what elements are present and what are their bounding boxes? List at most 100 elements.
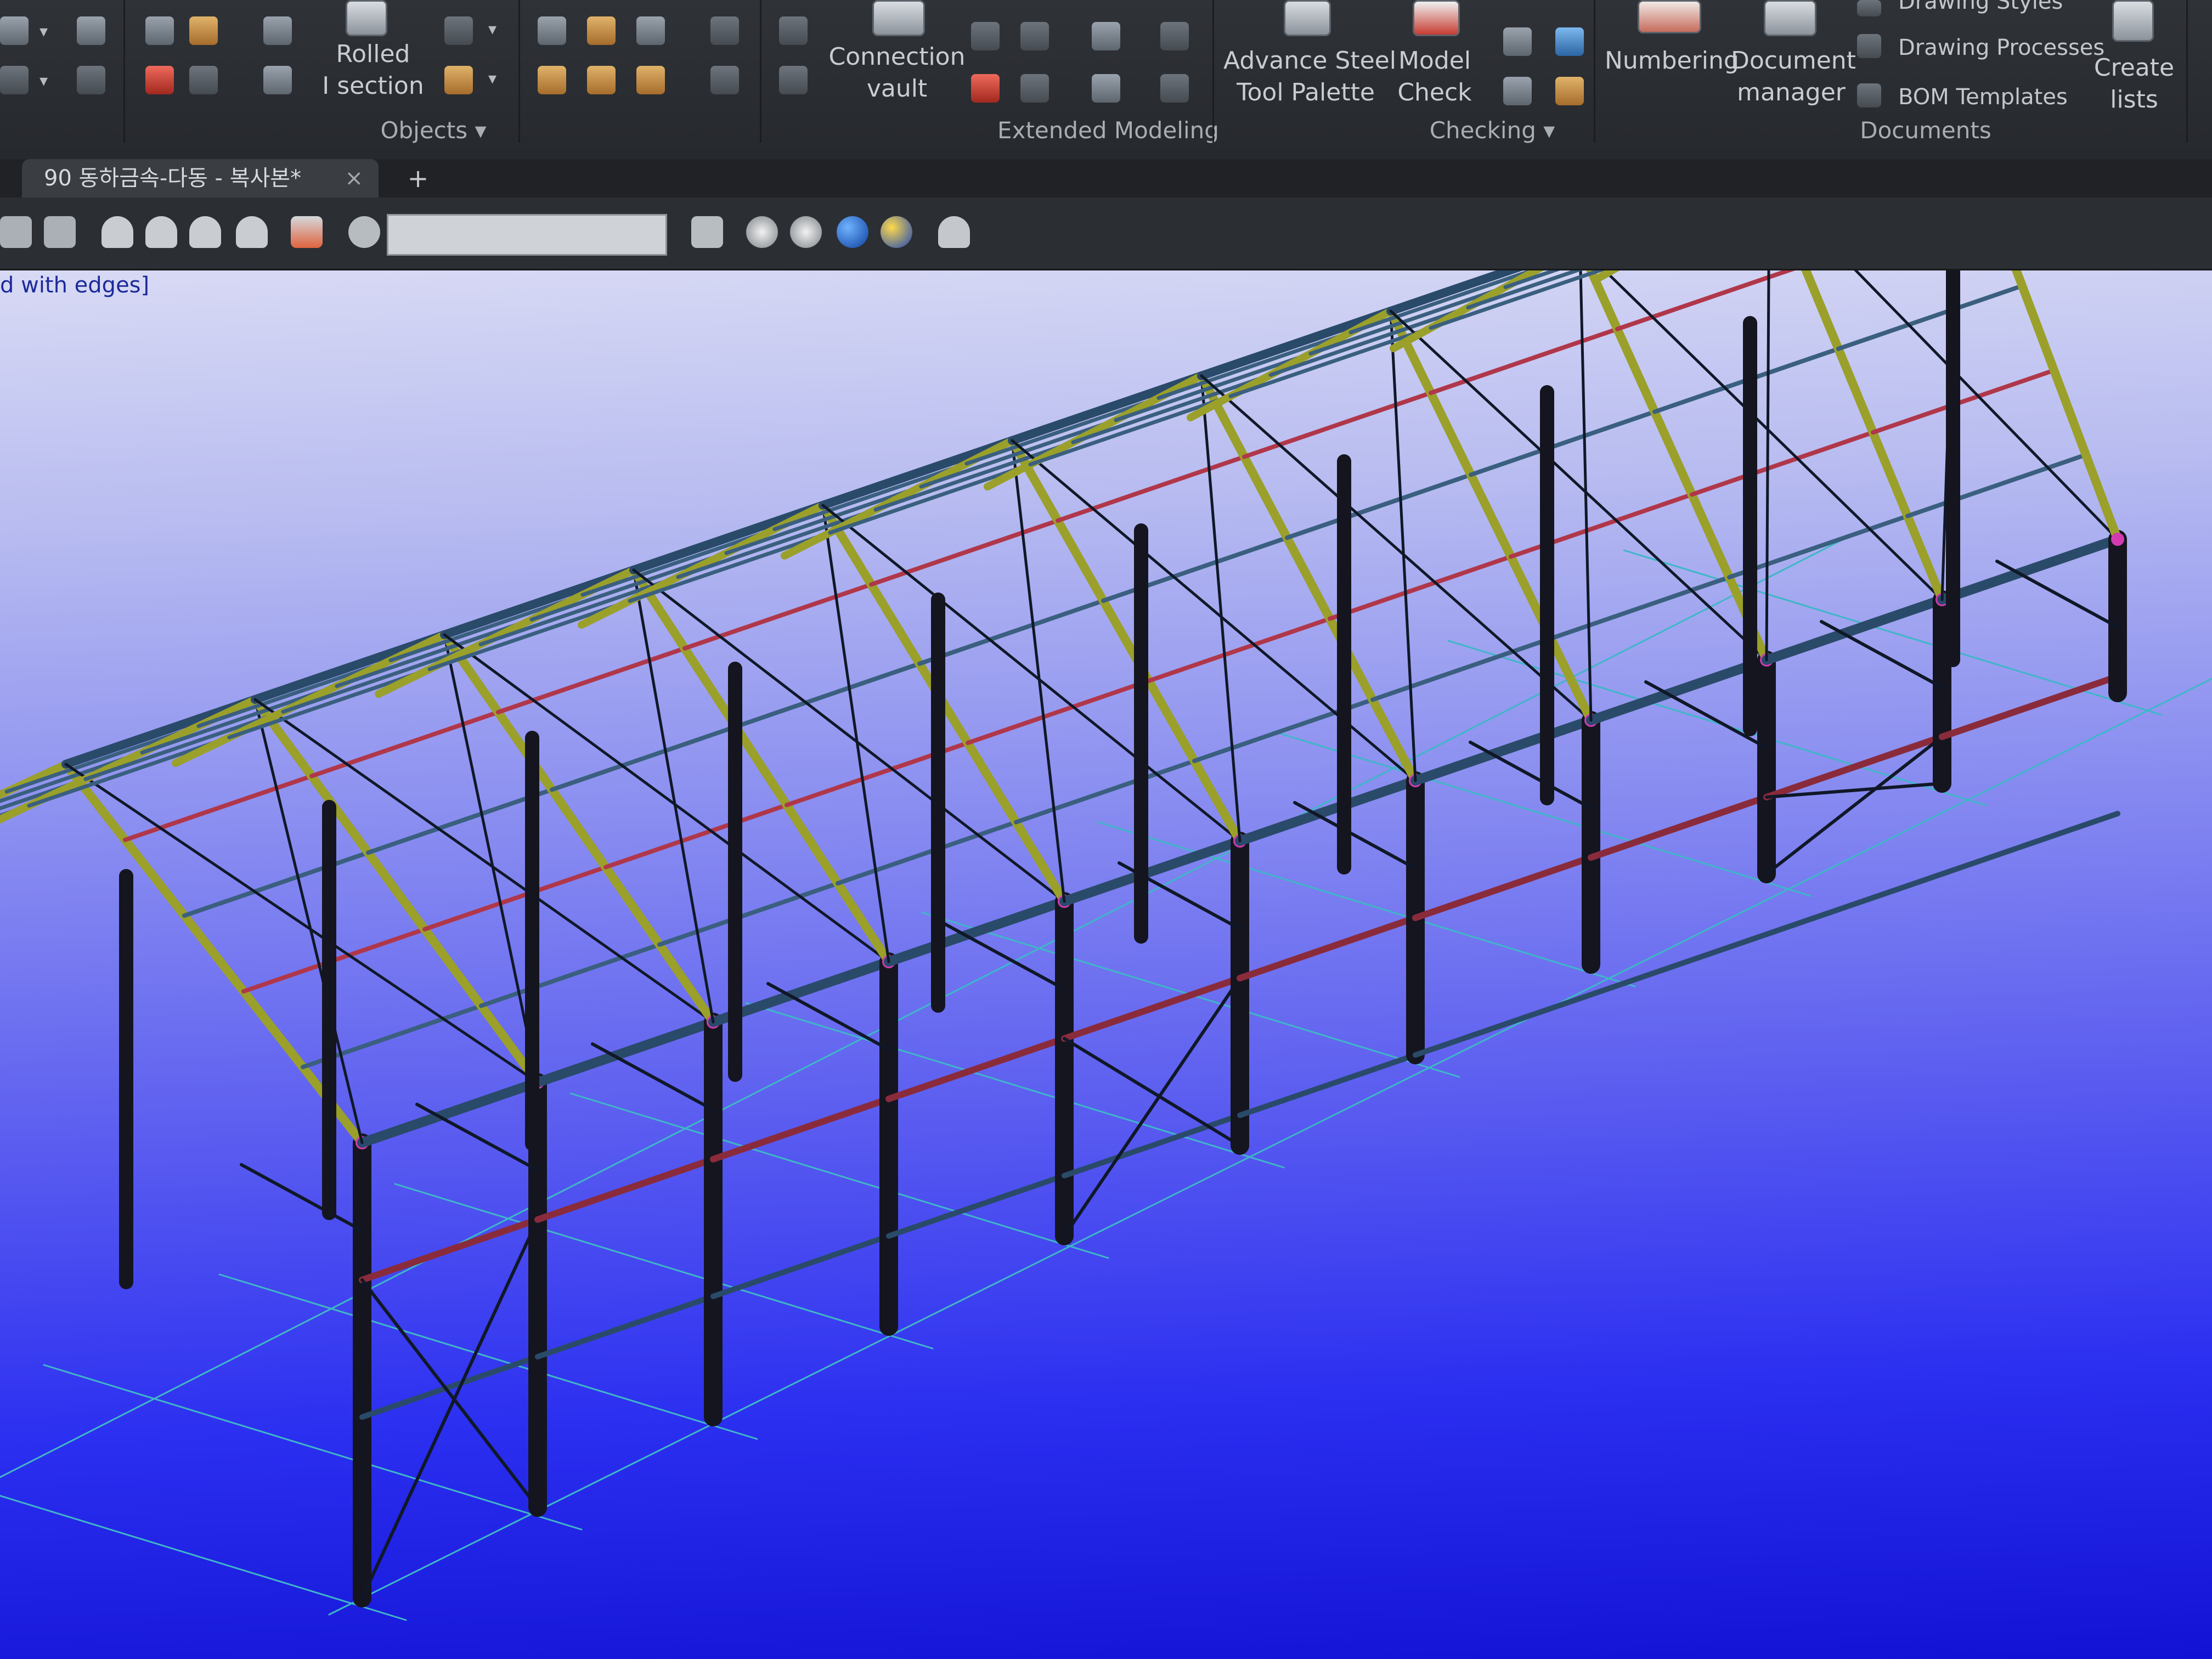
clock-icon[interactable]: [77, 66, 105, 94]
purlin[interactable]: [869, 518, 1060, 587]
wall-girt[interactable]: [1939, 811, 2120, 877]
purlin[interactable]: [1242, 391, 1433, 459]
weld-icon[interactable]: [587, 16, 616, 45]
roof-brace[interactable]: [821, 504, 890, 963]
numbering-icon[interactable]: [1638, 0, 1701, 33]
wall-girt[interactable]: [359, 1216, 541, 1283]
purlin[interactable]: [1147, 616, 1332, 683]
roof-brace[interactable]: [443, 633, 890, 963]
model-check-icon[interactable]: [1413, 0, 1460, 36]
link-icon[interactable]: [1160, 74, 1189, 103]
grid-line[interactable]: [394, 1183, 934, 1350]
search-icon[interactable]: [348, 216, 380, 248]
rolled-i-section-icon[interactable]: [346, 0, 387, 36]
shear-stud-icon[interactable]: [636, 66, 665, 94]
knee-brace[interactable]: [1820, 620, 1944, 689]
purlin[interactable]: [1690, 430, 1875, 497]
numbering-button[interactable]: Numbering: [1605, 45, 1739, 77]
rafter[interactable]: [0, 760, 70, 901]
view-iso-icon[interactable]: [236, 216, 268, 248]
bracing-icon[interactable]: [189, 66, 218, 94]
ucs-icon[interactable]: [0, 66, 29, 94]
chevron-down-icon[interactable]: ▾: [488, 69, 496, 88]
layer-icon[interactable]: [0, 216, 32, 248]
extended-modeling-group-label[interactable]: Extended Modeling: [988, 114, 1229, 147]
joint-box-icon[interactable]: [971, 22, 1000, 50]
house-icon[interactable]: [636, 16, 665, 45]
visual-style-icon[interactable]: [0, 16, 29, 45]
purlin[interactable]: [836, 820, 1018, 886]
collision-icon[interactable]: [1503, 27, 1532, 56]
wall-girt[interactable]: [885, 1035, 1068, 1102]
ridge-beam[interactable]: [1386, 270, 1580, 315]
purlin[interactable]: [1328, 554, 1513, 621]
purlin[interactable]: [1101, 535, 1289, 603]
create-joint-icon[interactable]: [1020, 22, 1049, 50]
pattern-icon[interactable]: [710, 16, 739, 45]
knee-brace[interactable]: [240, 1163, 364, 1232]
purlin[interactable]: [1285, 472, 1473, 540]
model-check-button[interactable]: Model Check: [1385, 45, 1484, 109]
knee-brace[interactable]: [766, 982, 890, 1051]
grid-line[interactable]: [218, 1273, 758, 1440]
visual-style-label[interactable]: d with edges]: [0, 270, 149, 300]
roof-brace[interactable]: [1389, 309, 1768, 662]
knee-brace[interactable]: [1995, 560, 2119, 629]
chevron-down-icon[interactable]: ▾: [40, 22, 48, 41]
purlin[interactable]: [724, 484, 923, 555]
camera-icon[interactable]: [291, 216, 323, 248]
rafter[interactable]: [629, 566, 893, 966]
drawing-styles-button[interactable]: Drawing Styles: [1898, 0, 2063, 15]
wall-girt[interactable]: [710, 1096, 892, 1163]
purlin[interactable]: [422, 865, 608, 932]
rafter[interactable]: [251, 695, 542, 1087]
wall-girt[interactable]: [1412, 854, 1594, 921]
purlin[interactable]: [603, 803, 789, 870]
bom-templates-button[interactable]: BOM Templates: [1898, 83, 2068, 111]
refresh-icon[interactable]: [691, 216, 723, 248]
steel-frame-model[interactable]: [0, 270, 2212, 1659]
wall-girt[interactable]: [1588, 794, 1770, 861]
array-icon[interactable]: [779, 16, 808, 45]
purlin[interactable]: [733, 661, 922, 729]
advance-steel-tool-palette-button[interactable]: Advance Steel Tool Palette: [1223, 45, 1396, 109]
report-icon[interactable]: [1555, 77, 1584, 105]
model-viewport[interactable]: d with edges]: [0, 270, 2212, 1659]
sphere-gray-icon[interactable]: [790, 216, 822, 248]
rafter[interactable]: [1008, 436, 1244, 845]
rafter[interactable]: [1593, 270, 1769, 283]
purlin[interactable]: [1370, 636, 1553, 702]
joint-icon[interactable]: [779, 66, 808, 94]
purlin[interactable]: [529, 551, 729, 622]
create-lists-icon[interactable]: [2112, 0, 2154, 42]
grid-line[interactable]: [328, 671, 2212, 1616]
close-icon[interactable]: ×: [345, 163, 363, 193]
grid-line[interactable]: [1096, 821, 1636, 988]
purlin[interactable]: [966, 679, 1151, 746]
grid-line[interactable]: [0, 538, 1844, 1488]
purlin[interactable]: [1905, 453, 2088, 518]
wall-girt[interactable]: [710, 1233, 891, 1299]
drawing-processes-icon[interactable]: [1857, 34, 1881, 58]
plate-icon[interactable]: [189, 16, 218, 45]
copy-icon[interactable]: [44, 216, 76, 248]
wall-girt[interactable]: [1061, 975, 1243, 1042]
shield-icon[interactable]: [1160, 22, 1189, 50]
document-manager-icon[interactable]: [1764, 0, 1816, 36]
bolt-icon[interactable]: [538, 66, 566, 94]
purlin[interactable]: [657, 881, 840, 947]
rolled-i-section-button[interactable]: Rolled I section: [318, 38, 428, 102]
eave-beam[interactable]: [1762, 595, 1947, 665]
wall-brace[interactable]: [1063, 977, 1242, 1238]
wall-girt[interactable]: [886, 1173, 1067, 1239]
grid-line[interactable]: [43, 1364, 583, 1531]
tool-palette-icon[interactable]: [1284, 0, 1331, 36]
create-lists-button[interactable]: Create lists: [2079, 52, 2189, 116]
lock-icon[interactable]: [1092, 22, 1120, 50]
view-side-icon[interactable]: [189, 216, 221, 248]
plate-tool-icon[interactable]: [538, 16, 566, 45]
section-icon[interactable]: [444, 16, 473, 45]
roof-brace[interactable]: [1580, 270, 1944, 601]
knee-brace[interactable]: [1293, 801, 1417, 870]
upgrade-joint-icon[interactable]: [1020, 74, 1049, 103]
